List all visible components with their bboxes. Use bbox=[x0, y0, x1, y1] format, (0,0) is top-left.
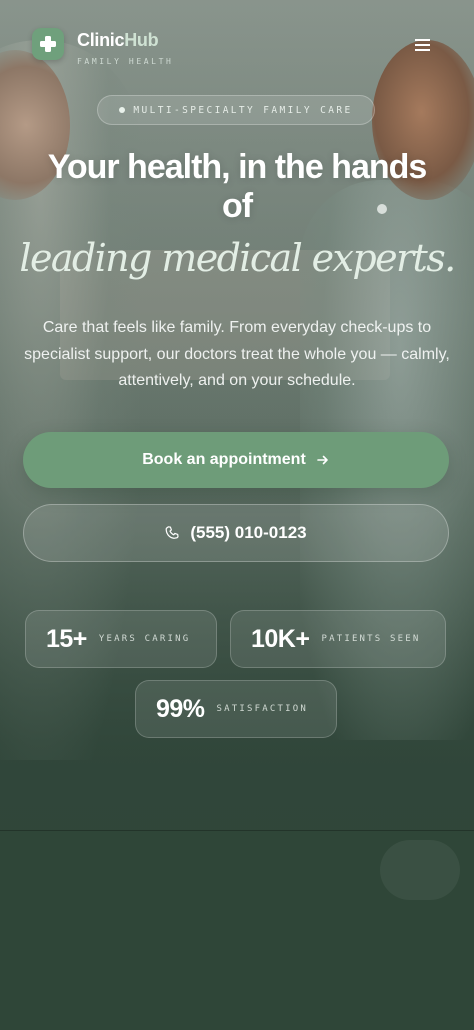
brand-name-primary: Clinic bbox=[77, 30, 125, 50]
book-appointment-button[interactable]: Book an appointment bbox=[23, 432, 449, 488]
phone-number-label: (555) 010-0123 bbox=[190, 523, 307, 542]
floor-shadow bbox=[380, 840, 460, 900]
book-appointment-label: Book an appointment bbox=[142, 451, 306, 468]
stat-label: PATIENTS SEEN bbox=[321, 634, 421, 644]
brand-tagline: FAMILY HEALTH bbox=[77, 57, 174, 66]
stat-years-caring: 15+ YEARS CARING bbox=[25, 610, 217, 668]
hero-headline-serif: leading medical experts. bbox=[19, 236, 456, 280]
specialty-badge: MULTI-SPECIALTY FAMILY CARE bbox=[97, 95, 375, 125]
stat-patients-seen: 10K+ PATIENTS SEEN bbox=[230, 610, 446, 668]
stat-value: 10K+ bbox=[251, 624, 310, 653]
stat-label: YEARS CARING bbox=[98, 634, 191, 644]
medical-cross-icon[interactable] bbox=[32, 28, 64, 60]
site-header: ClinicHub FAMILY HEALTH bbox=[0, 0, 474, 90]
headline-line-2: of bbox=[221, 187, 253, 225]
arrow-right-icon bbox=[316, 455, 328, 465]
stat-value: 99% bbox=[156, 694, 205, 723]
headline-line-1: Your health, in the hands bbox=[47, 148, 428, 186]
brand-name[interactable]: ClinicHub bbox=[77, 30, 159, 51]
brand-name-secondary: Hub bbox=[124, 30, 159, 50]
hamburger-menu-icon[interactable] bbox=[412, 36, 434, 56]
stat-label: SATISFACTION bbox=[216, 704, 308, 714]
badge-text: MULTI-SPECIALTY FAMILY CARE bbox=[133, 104, 353, 116]
call-phone-button[interactable]: (555) 010-0123 bbox=[23, 504, 449, 562]
hero-headline: Your health, in the hands of bbox=[0, 148, 474, 226]
hero-lead-text: Care that feels like family. From everyd… bbox=[24, 319, 450, 389]
stat-satisfaction: 99% SATISFACTION bbox=[135, 680, 337, 738]
phone-icon bbox=[165, 526, 179, 539]
stat-value: 15+ bbox=[46, 624, 87, 653]
badge-dot-icon bbox=[119, 107, 126, 113]
